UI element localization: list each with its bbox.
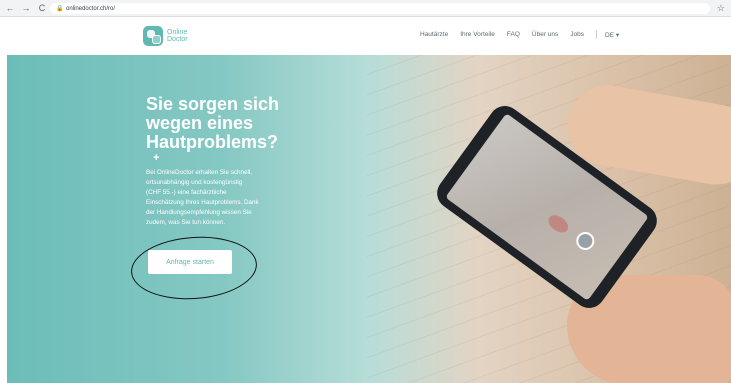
nav-ihre-vorteile[interactable]: Ihre Vorteile xyxy=(460,31,495,38)
nav-jobs[interactable]: Jobs xyxy=(570,31,584,38)
start-request-button[interactable]: Anfrage starten xyxy=(148,250,232,274)
logo[interactable]: Online Doctor xyxy=(143,26,188,46)
hero-description-line: zudem, was Sie tun können. xyxy=(146,219,226,226)
address-bar[interactable]: 🔒 onlinedoctor.ch/ro/ xyxy=(50,3,710,14)
hero-title: Sie sorgen sich wegen eines Hautproblems… xyxy=(146,95,336,152)
nav-ueber-uns[interactable]: Über uns xyxy=(532,31,558,38)
back-icon[interactable]: ← xyxy=(4,2,16,14)
hero-description-line: der Handlungsempfehlung wissen Sie xyxy=(146,209,252,216)
bookmark-star-icon[interactable]: ☆ xyxy=(717,3,725,14)
hero-description-line: (CHF 55.-) eine fachärztliche xyxy=(146,189,227,196)
browser-toolbar: ← → C 🔒 onlinedoctor.ch/ro/ ☆ xyxy=(0,0,731,17)
nav-hautaerzte[interactable]: Hautärzte xyxy=(420,31,448,38)
hero-description-line: Bei OnlineDoctor erhalten Sie schnell, xyxy=(146,169,253,176)
logo-line-2: Doctor xyxy=(167,36,188,43)
lock-icon: 🔒 xyxy=(56,5,64,12)
nav-divider xyxy=(596,30,597,39)
hero-description-line: ortsunabhängig und kostengünstig xyxy=(146,179,243,186)
forward-icon[interactable]: → xyxy=(20,2,32,14)
camera-shutter-icon xyxy=(572,228,598,254)
hero-title-line-1: Sie sorgen sich xyxy=(146,94,280,114)
logo-icon xyxy=(143,26,163,46)
site-header: Online Doctor Hautärzte Ihre Vorteile FA… xyxy=(0,17,731,55)
hero-description-line: Einschätzung Ihres Hautproblems. Dank xyxy=(146,199,259,206)
hero-title-line-2: wegen eines xyxy=(146,113,254,133)
plus-icon: + xyxy=(153,152,160,164)
hero-title-line-3: Hautproblems? xyxy=(146,132,279,152)
hero-section xyxy=(7,55,731,383)
skin-spot xyxy=(545,211,572,236)
logo-line-1: Online xyxy=(167,29,188,36)
logo-text: Online Doctor xyxy=(167,29,188,43)
language-dropdown[interactable]: DE ▾ xyxy=(605,31,619,39)
hero-description: Bei OnlineDoctor erhalten Sie schnell, o… xyxy=(146,168,316,228)
main-nav: Hautärzte Ihre Vorteile FAQ Über uns Job… xyxy=(420,30,631,39)
reload-icon[interactable]: C xyxy=(36,2,48,14)
url-text: onlinedoctor.ch/ro/ xyxy=(66,5,116,12)
nav-faq[interactable]: FAQ xyxy=(507,31,520,38)
